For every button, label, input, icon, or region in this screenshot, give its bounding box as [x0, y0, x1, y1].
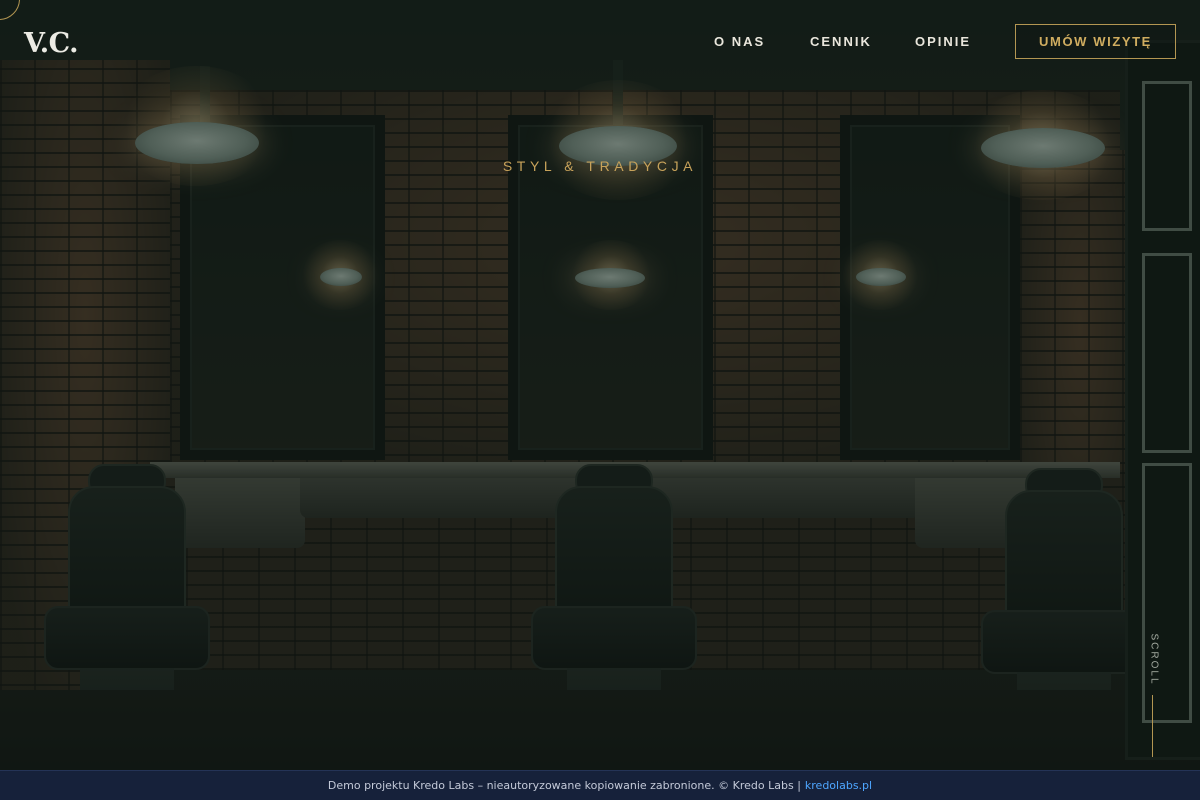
- nav-link-cennik[interactable]: CENNIK: [810, 34, 872, 49]
- book-appointment-button[interactable]: UMÓW WIZYTĘ: [1015, 24, 1176, 59]
- demo-notice-bar: Demo projektu Kredo Labs – nieautoryzowa…: [0, 770, 1200, 800]
- site-logo[interactable]: V.C.: [24, 28, 79, 59]
- kredolabs-link[interactable]: kredolabs.pl: [805, 779, 872, 792]
- scroll-indicator-label[interactable]: SCROLL: [1149, 634, 1160, 686]
- nav-link-o-nas[interactable]: O NAS: [714, 34, 765, 49]
- hero-dark-overlay: [0, 0, 1200, 770]
- hero-background: [0, 0, 1200, 770]
- nav-link-opinie[interactable]: OPINIE: [915, 34, 971, 49]
- hero-tagline: STYL & TRADYCJA: [502, 158, 698, 174]
- demo-notice-text: Demo projektu Kredo Labs – nieautoryzowa…: [327, 779, 801, 792]
- scroll-indicator-line: [1152, 695, 1153, 757]
